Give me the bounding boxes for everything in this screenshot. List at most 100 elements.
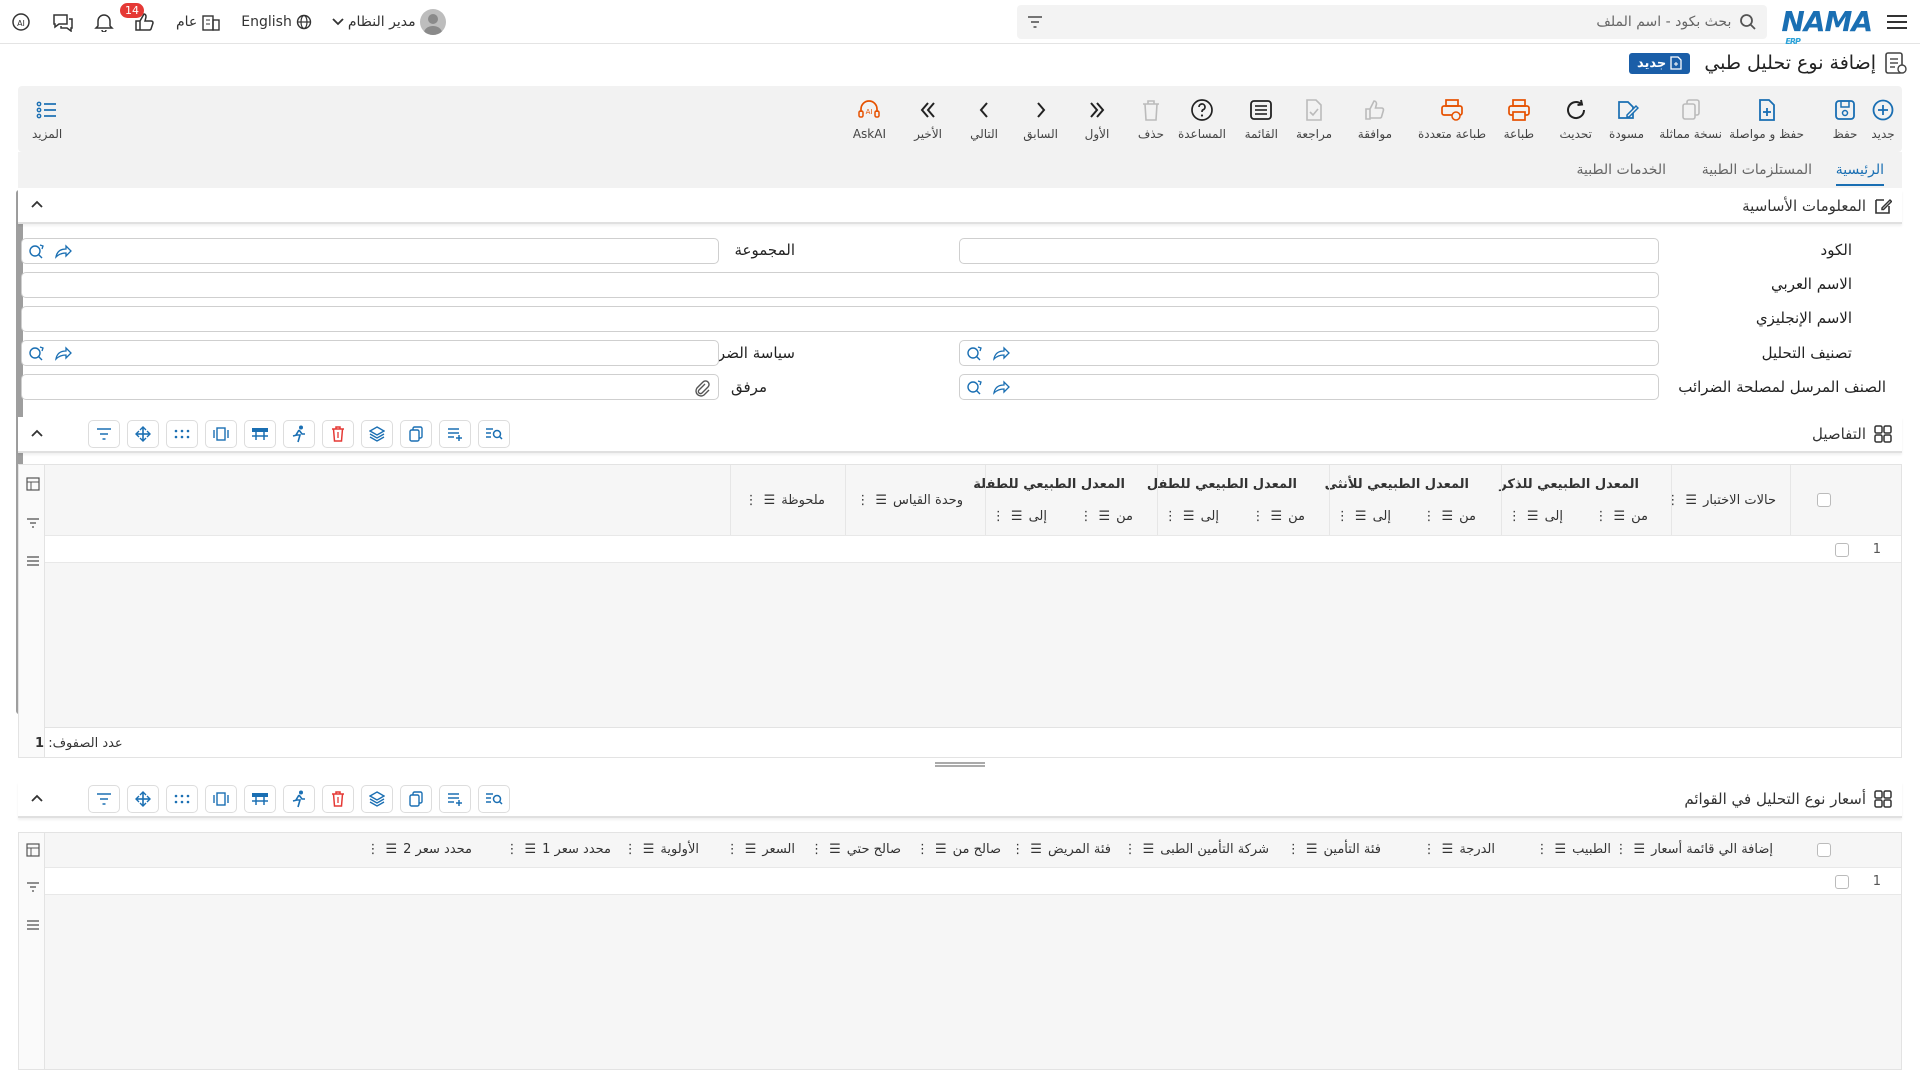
col-patient-category[interactable]: فئة المريض ☰ ⋮ <box>1011 842 1111 857</box>
search-rows-button[interactable] <box>478 785 510 813</box>
help-button[interactable]: المساعدة <box>1178 86 1226 152</box>
code-input[interactable] <box>959 238 1659 264</box>
previous-button[interactable]: السابق <box>1023 86 1058 152</box>
select-all-checkbox[interactable] <box>1817 493 1831 507</box>
layers-button[interactable] <box>361 785 393 813</box>
row-checkbox[interactable] <box>1835 543 1849 557</box>
select-all-checkbox[interactable] <box>1817 843 1831 857</box>
delete-button[interactable]: حذف <box>1138 86 1164 152</box>
copy-row-button[interactable] <box>400 420 432 448</box>
table-row[interactable]: 1 <box>45 535 1901 563</box>
child-to[interactable]: إلى ☰ ⋮ <box>1164 509 1219 524</box>
dots-grid-button[interactable] <box>166 785 198 813</box>
filter-icon[interactable] <box>1027 15 1043 29</box>
delete-row-button[interactable] <box>322 785 354 813</box>
move-button[interactable] <box>127 420 159 448</box>
col-doctor[interactable]: الطبيب ☰ ⋮ <box>1535 842 1611 857</box>
search-refresh-icon[interactable] <box>28 345 46 361</box>
search-icon[interactable] <box>1739 13 1757 31</box>
col-priority[interactable]: الأولوية ☰ ⋮ <box>624 842 699 857</box>
girl-from[interactable]: من ☰ ⋮ <box>1079 509 1133 524</box>
copy-button[interactable]: نسخة مماثلة <box>1659 86 1722 152</box>
share-arrow-icon[interactable] <box>54 243 72 259</box>
user-menu[interactable]: مدير النظام <box>332 9 446 35</box>
female-from[interactable]: من ☰ ⋮ <box>1422 509 1476 524</box>
col-insurance-category[interactable]: فئة التأمين ☰ ⋮ <box>1287 842 1381 857</box>
col-test-states[interactable]: حالات الاختبار ☰ ⋮ <box>1666 493 1776 508</box>
col-insurance-company[interactable]: شركة التأمين الطبى ☰ ⋮ <box>1124 842 1269 857</box>
tab-medical-services[interactable]: الخدمات الطبية <box>1576 162 1666 178</box>
chat-button[interactable] <box>52 12 74 32</box>
scope-selector[interactable]: عام <box>176 13 221 31</box>
col-note[interactable]: ملحوظة ☰ ⋮ <box>745 493 825 508</box>
dots-grid-button[interactable] <box>166 420 198 448</box>
col-price-setter-2[interactable]: محدد سعر 2 ☰ ⋮ <box>366 842 472 857</box>
attachment-input[interactable] <box>21 374 719 400</box>
move-button[interactable] <box>127 785 159 813</box>
run-button[interactable] <box>283 785 315 813</box>
col-valid-from[interactable]: صالح من ☰ ⋮ <box>916 842 1001 857</box>
tab-main[interactable]: الرئيسية <box>1835 162 1884 186</box>
menu-lines-icon[interactable] <box>26 919 40 931</box>
share-arrow-icon[interactable] <box>54 345 72 361</box>
classification-input[interactable] <box>959 340 1659 366</box>
last-button[interactable]: الأخير <box>914 86 942 152</box>
filter-icon[interactable]: ☰ <box>1685 493 1697 508</box>
approvals-button[interactable]: 14 <box>120 3 156 32</box>
tax-item-input[interactable] <box>959 374 1659 400</box>
search-input[interactable]: بحث بكود - اسم الملف <box>1043 14 1739 30</box>
insert-row-button[interactable] <box>244 420 276 448</box>
table-settings-icon[interactable] <box>26 843 40 857</box>
fit-columns-button[interactable] <box>205 785 237 813</box>
next-button[interactable]: التالي <box>970 86 998 152</box>
chevron-up-icon[interactable] <box>30 428 44 438</box>
draft-button[interactable]: مسودة <box>1609 86 1644 152</box>
english-name-input[interactable] <box>21 306 1659 332</box>
girl-to[interactable]: إلى ☰ ⋮ <box>992 509 1047 524</box>
run-button[interactable] <box>283 420 315 448</box>
filter-icon[interactable] <box>26 517 40 529</box>
insert-row-button[interactable] <box>244 785 276 813</box>
askai-button[interactable]: AI AskAI <box>853 86 886 152</box>
female-to[interactable]: إلى ☰ ⋮ <box>1336 509 1391 524</box>
approve-button[interactable]: موافقة <box>1358 86 1392 152</box>
share-arrow-icon[interactable] <box>992 379 1010 395</box>
section-splitter[interactable] <box>0 760 1920 770</box>
chevron-up-icon[interactable] <box>30 793 44 803</box>
paperclip-icon[interactable] <box>694 379 710 397</box>
search-refresh-icon[interactable] <box>28 243 46 259</box>
male-from[interactable]: من ☰ ⋮ <box>1594 509 1648 524</box>
add-lines-button[interactable] <box>439 785 471 813</box>
save-continue-button[interactable]: حفظ و مواصلة <box>1729 86 1804 152</box>
new-button[interactable]: جديد <box>1870 86 1896 152</box>
col-add-price-list[interactable]: إضافة الي قائمة أسعار ☰ ⋮ <box>1614 842 1773 857</box>
review-button[interactable]: مراجعة <box>1296 86 1332 152</box>
search-refresh-icon[interactable] <box>966 345 984 361</box>
col-grade[interactable]: الدرجة ☰ ⋮ <box>1423 842 1495 857</box>
multi-print-button[interactable]: طباعة متعددة <box>1418 86 1486 152</box>
delete-row-button[interactable] <box>322 420 354 448</box>
layers-button[interactable] <box>361 420 393 448</box>
col-price[interactable]: السعر ☰ ⋮ <box>726 842 795 857</box>
filter-button[interactable] <box>88 420 120 448</box>
group-input[interactable] <box>21 238 719 264</box>
add-lines-button[interactable] <box>439 420 471 448</box>
menu-icon[interactable] <box>1884 9 1910 35</box>
first-button[interactable]: الأول <box>1084 86 1110 152</box>
ai-assistant-button[interactable]: AI <box>10 12 32 32</box>
col-price-setter-1[interactable]: محدد سعر 1 ☰ ⋮ <box>505 842 611 857</box>
row-checkbox[interactable] <box>1835 875 1849 889</box>
more-button[interactable]: المزيد <box>32 86 62 152</box>
save-button[interactable]: حفظ <box>1832 86 1858 152</box>
language-switch[interactable]: English <box>241 14 312 30</box>
tax-policy-input[interactable] <box>21 340 719 366</box>
list-button[interactable]: القائمة <box>1245 86 1278 152</box>
male-to[interactable]: إلى ☰ ⋮ <box>1508 509 1563 524</box>
nama-logo[interactable]: NAMA ERP <box>1781 5 1873 46</box>
copy-row-button[interactable] <box>400 785 432 813</box>
arabic-name-input[interactable] <box>21 272 1659 298</box>
child-from[interactable]: من ☰ ⋮ <box>1251 509 1305 524</box>
fit-columns-button[interactable] <box>205 420 237 448</box>
col-valid-to[interactable]: صالح حتي ☰ ⋮ <box>810 842 901 857</box>
search-refresh-icon[interactable] <box>966 379 984 395</box>
